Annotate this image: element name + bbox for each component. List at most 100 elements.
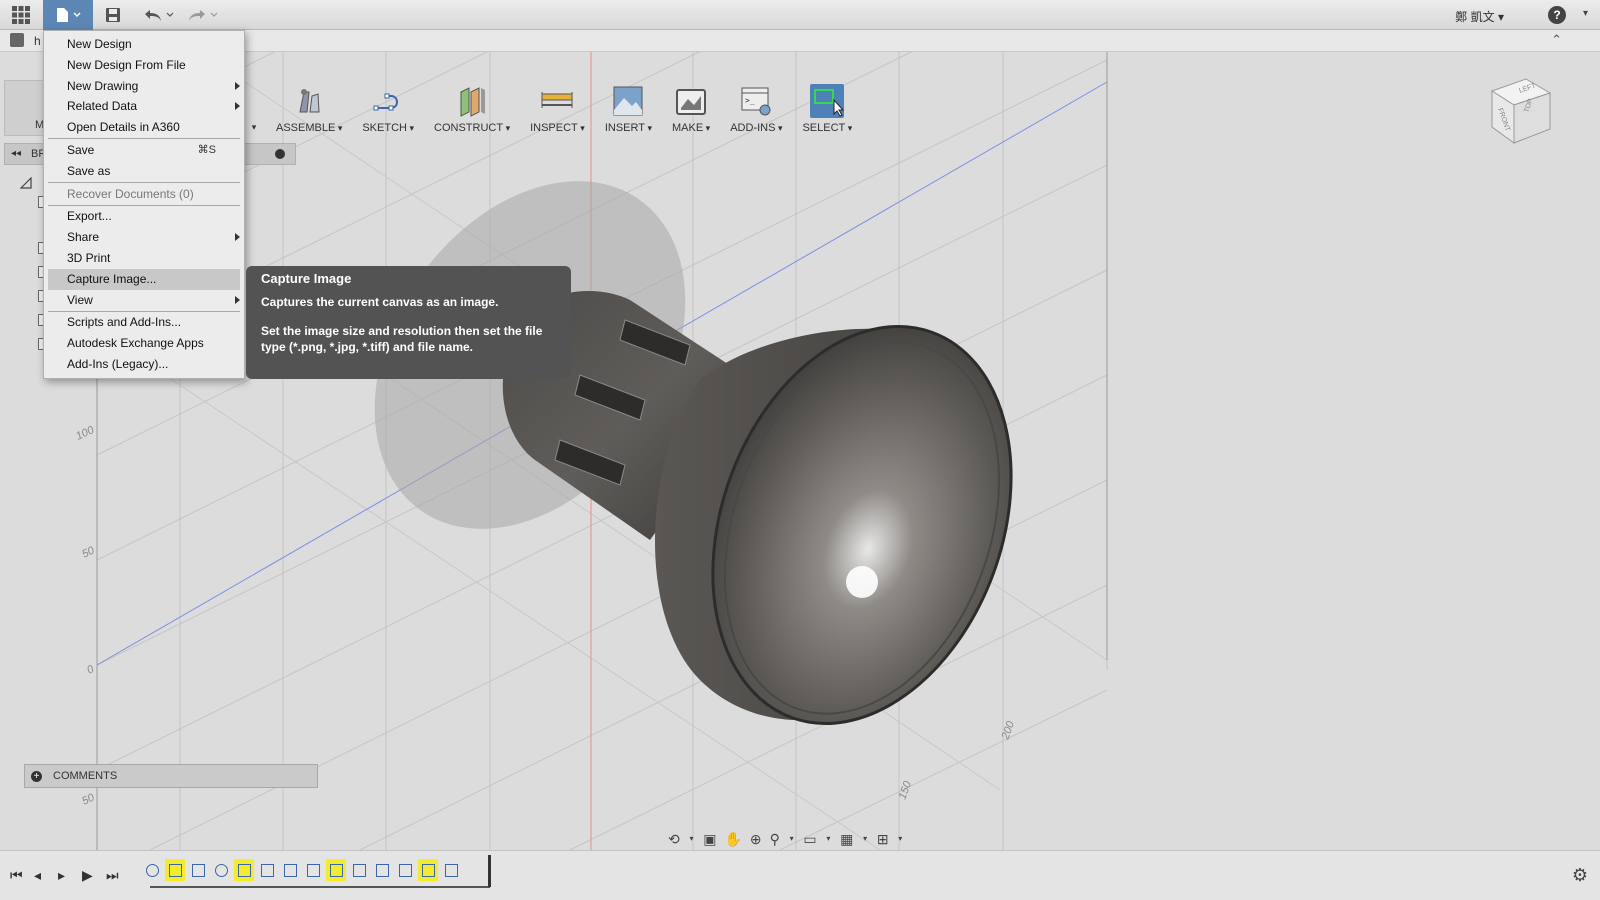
redo-icon[interactable]: [184, 0, 220, 30]
construct-icon: [460, 87, 486, 117]
menu-item-save-as[interactable]: Save as: [44, 161, 244, 182]
viewports-icon[interactable]: ⊞: [877, 831, 889, 847]
collapse-browser-icon[interactable]: ◂◂: [11, 148, 21, 159]
apps-grid-icon[interactable]: [8, 0, 34, 30]
navigation-bar: ⟲ ▾ ▣ ✋ ⊕ ⚲ ▾ ▭ ▾ ▦ ▾ ⊞ ▾: [668, 831, 903, 847]
inspect-menu[interactable]: INSPECT: [520, 80, 595, 136]
file-dropdown-menu: New Design New Design From File New Draw…: [43, 30, 245, 379]
timeline-play-icon[interactable]: ▶: [82, 867, 93, 884]
timeline-first-icon[interactable]: ⏮: [10, 867, 23, 884]
menu-item-save[interactable]: Save ⌘S: [44, 140, 244, 161]
menu-item-3d-print[interactable]: 3D Print: [44, 248, 244, 269]
inspect-label: INSPECT: [530, 122, 585, 134]
assemble-label: ASSEMBLE: [276, 122, 342, 134]
menu-item-scripts-add-ins[interactable]: Scripts and Add-Ins...: [44, 312, 244, 333]
submenu-arrow-icon: [235, 295, 240, 304]
document-tab-title[interactable]: h: [34, 34, 41, 48]
menu-item-related-data[interactable]: Related Data: [44, 96, 244, 117]
add-ins-menu[interactable]: >_ ADD-INS: [720, 80, 792, 136]
timeline-feature[interactable]: [326, 859, 346, 881]
menu-item-recover-documents: Recover Documents (0): [67, 186, 194, 201]
main-toolbar: ▾ ASSEMBLE SKETCH CONSTRUCT INSPECT INSE…: [242, 80, 862, 136]
display-settings-icon[interactable]: ▭: [803, 831, 816, 847]
timeline-feature[interactable]: [211, 859, 231, 881]
timeline-last-icon[interactable]: ⏭: [106, 867, 119, 884]
file-menu-button[interactable]: [43, 0, 93, 30]
timeline-feature[interactable]: [372, 859, 392, 881]
orbit-icon[interactable]: ⟲: [668, 831, 680, 847]
inspect-icon: [541, 92, 573, 108]
insert-label: INSERT: [605, 122, 652, 134]
tooltip-description: Captures the current canvas as an image.: [261, 295, 499, 309]
timeline-features: [142, 859, 461, 885]
timeline-marker[interactable]: [488, 855, 491, 887]
undo-icon[interactable]: [140, 0, 176, 30]
fit-zoom-icon[interactable]: ⚲: [770, 831, 780, 847]
insert-icon: [613, 86, 643, 116]
help-icon[interactable]: ?: [1548, 6, 1566, 24]
toolbar-dropdown-stub[interactable]: ▾: [242, 80, 266, 136]
menu-item-view[interactable]: View: [44, 290, 244, 311]
menu-item-capture-image[interactable]: Capture Image...: [48, 268, 240, 290]
save-shortcut: ⌘S: [197, 143, 216, 156]
assemble-icon: [299, 89, 320, 113]
sketch-menu[interactable]: SKETCH: [352, 80, 424, 136]
timeline-settings-gear-icon[interactable]: ⚙: [1572, 865, 1588, 886]
fusion-app-window: 鄭 凱文 ▾ ? ▾ h ⌃ 100 50 0 50 150 200 M ◂◂ …: [0, 0, 1600, 900]
menu-item-new-drawing[interactable]: New Drawing: [44, 76, 244, 97]
timeline-feature[interactable]: [165, 859, 185, 881]
grid-label-200: 200: [999, 719, 1017, 742]
add-comment-icon[interactable]: +: [31, 771, 42, 782]
grid-settings-icon[interactable]: ▦: [840, 831, 853, 847]
save-icon[interactable]: [100, 0, 126, 30]
grid-label-0: 0: [85, 663, 96, 677]
menu-item-exchange-apps[interactable]: Autodesk Exchange Apps: [44, 333, 244, 354]
select-label: SELECT: [802, 122, 852, 134]
timeline-track: [150, 886, 490, 888]
workspace-switcher-button[interactable]: M: [4, 80, 44, 136]
timeline-next-step-icon[interactable]: ▸: [58, 867, 65, 884]
collapse-chevron-up-icon[interactable]: ⌃: [1551, 32, 1562, 48]
look-at-icon[interactable]: ▣: [703, 831, 716, 847]
timeline-previous-icon[interactable]: ◂: [34, 867, 41, 884]
assemble-menu[interactable]: ASSEMBLE: [266, 80, 352, 136]
tooltip-details: Set the image size and resolution then s…: [261, 324, 543, 354]
view-cube[interactable]: LEFT FRONT TOP: [1484, 75, 1554, 145]
help-dropdown-chevron-icon[interactable]: ▾: [1583, 8, 1588, 19]
browser-minimize-icon[interactable]: [275, 149, 285, 159]
app-top-bar: 鄭 凱文 ▾ ? ▾: [0, 0, 1600, 30]
make-menu[interactable]: MAKE: [662, 80, 720, 136]
grid-label-100: 100: [74, 424, 97, 443]
menu-item-share[interactable]: Share: [44, 227, 244, 248]
document-cube-icon: [10, 33, 24, 47]
pan-hand-icon[interactable]: ✋: [724, 831, 741, 847]
timeline-feature[interactable]: [188, 859, 208, 881]
timeline-feature[interactable]: [349, 859, 369, 881]
menu-item-add-ins-legacy[interactable]: Add-Ins (Legacy)...: [44, 354, 244, 375]
comments-panel[interactable]: + COMMENTS: [24, 764, 318, 788]
menu-item-export[interactable]: Export...: [44, 206, 244, 227]
insert-menu[interactable]: INSERT: [595, 80, 662, 136]
svg-text:>_: >_: [745, 96, 755, 105]
menu-item-new-design[interactable]: New Design: [44, 34, 244, 55]
timeline-feature[interactable]: [280, 859, 300, 881]
timeline-feature[interactable]: [441, 859, 461, 881]
construct-menu[interactable]: CONSTRUCT: [424, 80, 520, 136]
timeline-feature[interactable]: [142, 859, 162, 881]
user-account-menu[interactable]: 鄭 凱文 ▾: [1455, 8, 1504, 25]
timeline-feature[interactable]: [257, 859, 277, 881]
zoom-icon[interactable]: ⊕: [750, 831, 762, 847]
timeline-feature[interactable]: [234, 859, 254, 881]
menu-item-open-details[interactable]: Open Details in A360: [44, 117, 244, 138]
tooltip-title: Capture Image: [261, 271, 352, 286]
timeline-feature[interactable]: [418, 859, 438, 881]
timeline-feature[interactable]: [303, 859, 323, 881]
submenu-arrow-icon: [235, 102, 240, 111]
menu-item-new-design-from-file[interactable]: New Design From File: [44, 55, 244, 76]
make-icon: [676, 89, 707, 115]
select-menu[interactable]: SELECT: [792, 80, 862, 136]
submenu-arrow-icon: [235, 233, 240, 242]
browser-tree-expand-icon[interactable]: [19, 176, 32, 189]
timeline-feature[interactable]: [395, 859, 415, 881]
timeline-bar: ⏮ ◂ ▸ ▶ ⏭ ⚙: [0, 850, 1600, 900]
